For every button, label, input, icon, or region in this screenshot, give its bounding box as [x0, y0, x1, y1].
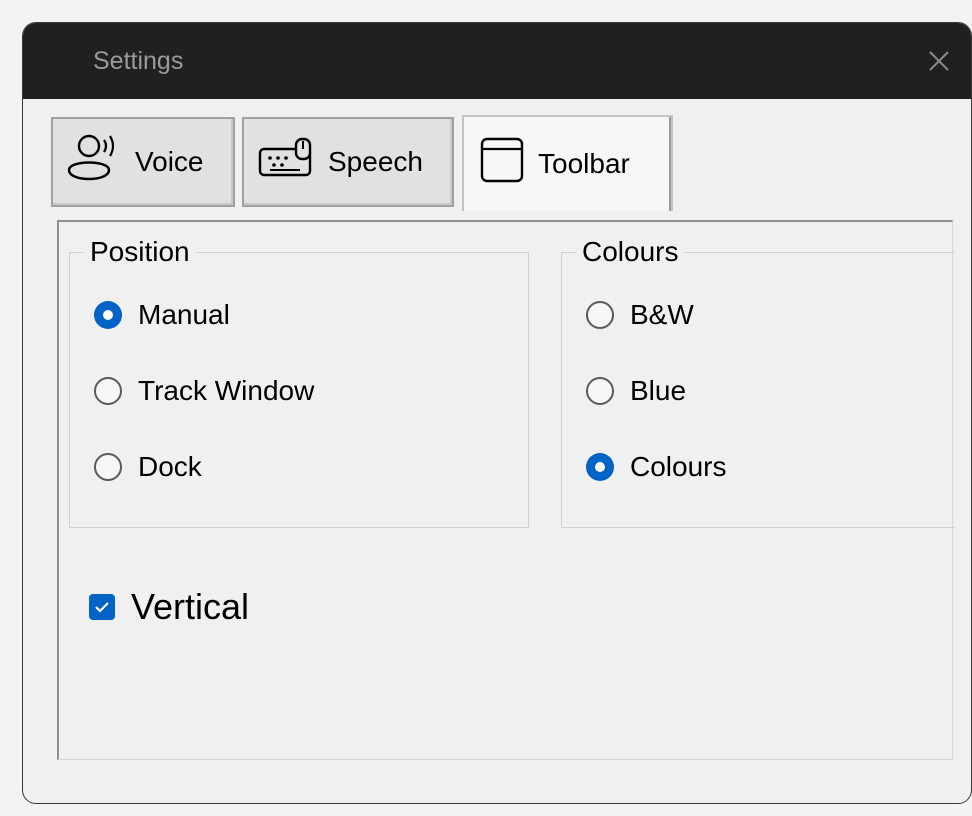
vertical-checkbox-row[interactable]: Vertical	[89, 586, 249, 628]
radio-button[interactable]	[94, 301, 122, 329]
tab-speech[interactable]: Speech	[242, 117, 454, 207]
radio-dock[interactable]: Dock	[94, 451, 202, 483]
position-legend: Position	[84, 236, 196, 268]
toolbar-icon	[478, 135, 528, 194]
colours-groupbox: Colours B&W Blue Colours	[561, 236, 955, 528]
colours-legend: Colours	[576, 236, 685, 268]
tab-toolbar[interactable]: Toolbar	[462, 115, 673, 211]
radio-track-window[interactable]: Track Window	[94, 375, 314, 407]
radio-bw[interactable]: B&W	[586, 299, 694, 331]
radio-label: Manual	[138, 299, 230, 330]
tab-toolbar-label: Toolbar	[538, 148, 630, 179]
close-button[interactable]	[907, 23, 971, 99]
radio-label: B&W	[630, 299, 694, 330]
position-groupbox: Position Manual Track Window Dock	[69, 236, 529, 528]
vertical-checkbox[interactable]	[89, 594, 115, 620]
radio-button[interactable]	[586, 301, 614, 329]
radio-label: Colours	[630, 451, 727, 482]
radio-label: Blue	[630, 375, 687, 406]
radio-button[interactable]	[586, 453, 614, 481]
toolbar-settings-panel: Position Manual Track Window Dock Colour…	[57, 220, 955, 760]
tab-speech-label: Speech	[328, 146, 423, 177]
radio-label: Dock	[138, 451, 202, 482]
checkmark-icon	[95, 602, 109, 613]
vertical-label: Vertical	[131, 586, 250, 627]
speech-icon	[258, 137, 318, 188]
radio-button[interactable]	[94, 377, 122, 405]
radio-button[interactable]	[94, 453, 122, 481]
radio-button[interactable]	[586, 377, 614, 405]
tab-voice[interactable]: Voice	[51, 117, 235, 207]
radio-blue[interactable]: Blue	[586, 375, 686, 407]
settings-dialog: Settings Voice Speech Toolbar Position M…	[22, 22, 972, 804]
tab-voice-label: Voice	[135, 146, 204, 177]
voice-icon	[67, 132, 125, 193]
title-bar[interactable]: Settings	[23, 23, 971, 99]
radio-label: Track Window	[138, 375, 315, 406]
window-title: Settings	[93, 47, 184, 75]
radio-colours[interactable]: Colours	[586, 451, 726, 483]
close-icon	[929, 51, 949, 71]
radio-manual[interactable]: Manual	[94, 299, 230, 331]
